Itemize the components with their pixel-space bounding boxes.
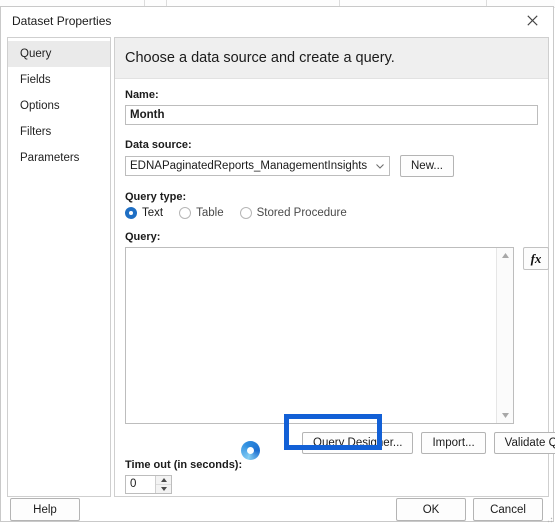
data-source-select[interactable]: EDNAPaginatedReports_ManagementInsights: [125, 156, 390, 176]
sidebar-item-options[interactable]: Options: [8, 93, 110, 119]
dialog-titlebar: Dataset Properties: [1, 7, 553, 34]
radio-query-type-text[interactable]: Text: [125, 207, 163, 219]
radio-dot-icon: [179, 207, 192, 219]
name-label: Name:: [125, 89, 159, 101]
panel-body: Name: Data source: EDNAPaginatedReports_…: [115, 79, 555, 494]
cancel-button[interactable]: Cancel: [473, 498, 543, 521]
timeout-value[interactable]: 0: [126, 476, 155, 493]
new-data-source-button[interactable]: New...: [400, 155, 454, 177]
radio-label-stored-procedure: Stored Procedure: [256, 207, 347, 219]
radio-query-type-table[interactable]: Table: [179, 207, 224, 219]
sidebar-item-parameters[interactable]: Parameters: [8, 145, 110, 171]
radio-label-table: Table: [196, 207, 224, 219]
dialog-content: Query Fields Options Filters Parameters …: [1, 34, 555, 497]
name-input[interactable]: [125, 105, 538, 125]
query-action-buttons: Query Designer... Import... Validate Que…: [302, 432, 555, 454]
query-type-radio-group: Text Table Stored Procedure: [125, 207, 538, 219]
close-icon-glyph: [526, 15, 538, 26]
category-sidebar: Query Fields Options Filters Parameters: [7, 37, 111, 497]
query-area-wrap: fx Query Designer... Import... Validate …: [125, 247, 555, 494]
import-query-button[interactable]: Import...: [421, 432, 486, 454]
validate-query-button[interactable]: Validate Query: [493, 432, 555, 454]
spinner-down-icon[interactable]: [156, 485, 171, 493]
dialog-title: Dataset Properties: [12, 14, 112, 28]
dataset-properties-dialog: Dataset Properties Query Fields Options …: [0, 6, 555, 524]
fx-icon: fx: [530, 250, 542, 266]
spinner-up-icon[interactable]: [156, 476, 171, 485]
ok-button[interactable]: OK: [396, 498, 466, 521]
spinner-down-glyph: [160, 487, 167, 491]
query-type-label: Query type:: [125, 191, 187, 203]
radio-label-text: Text: [142, 207, 164, 219]
radio-query-type-stored-procedure[interactable]: Stored Procedure: [239, 207, 347, 219]
query-label: Query:: [125, 231, 161, 243]
sidebar-item-fields[interactable]: Fields: [8, 67, 110, 93]
query-panel: Choose a data source and create a query.…: [114, 37, 555, 497]
data-source-label: Data source:: [125, 139, 192, 151]
scroll-up-arrow-icon[interactable]: [497, 248, 513, 263]
busy-ring-cursor: [241, 441, 260, 460]
data-source-value: EDNAPaginatedReports_ManagementInsights: [130, 160, 368, 172]
close-icon[interactable]: [511, 7, 553, 34]
dialog-footer: Help OK Cancel: [1, 496, 555, 524]
radio-dot-icon: [239, 207, 252, 219]
scroll-up-arrow-glyph: [501, 253, 509, 258]
scroll-down-arrow-glyph: [501, 413, 509, 418]
sidebar-item-filters[interactable]: Filters: [8, 119, 110, 145]
spinner-up-glyph: [160, 478, 167, 482]
query-scrollbar[interactable]: [496, 248, 513, 423]
query-textarea[interactable]: [125, 247, 514, 424]
sidebar-item-query[interactable]: Query: [8, 41, 110, 67]
chevron-down-icon: [376, 164, 384, 169]
timeout-stepper[interactable]: 0: [125, 475, 172, 494]
scroll-down-arrow-icon[interactable]: [497, 408, 513, 423]
timeout-stepper-arrows: [155, 476, 171, 493]
timeout-label: Time out (in seconds):: [125, 459, 243, 471]
help-button[interactable]: Help: [10, 498, 80, 521]
query-designer-button[interactable]: Query Designer...: [302, 432, 414, 454]
expression-fx-button[interactable]: fx: [523, 247, 549, 270]
panel-header-text: Choose a data source and create a query.: [125, 50, 395, 66]
radio-dot-icon: [125, 207, 137, 219]
panel-header: Choose a data source and create a query.: [115, 38, 548, 79]
resize-grip-icon[interactable]: [543, 513, 553, 523]
